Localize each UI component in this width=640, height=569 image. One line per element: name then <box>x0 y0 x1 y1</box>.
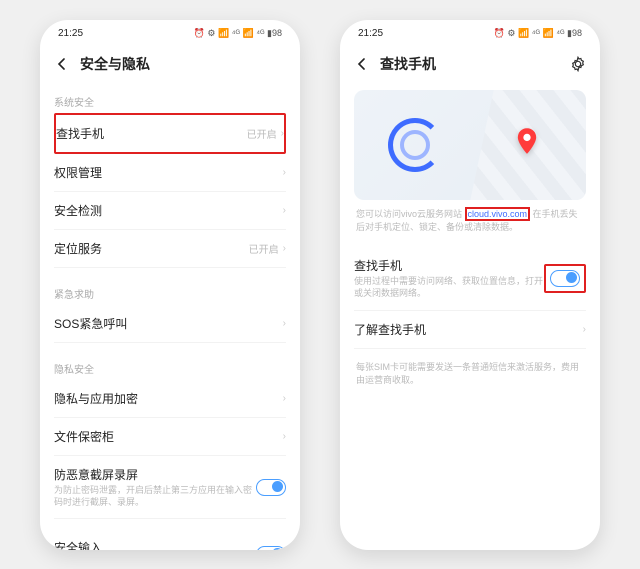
chevron-right-icon: › <box>283 243 286 254</box>
chevron-right-icon: › <box>283 318 286 329</box>
phone-screen-find: 21:25 ⏰ ⚙ 📶 ⁴ᴳ 📶 ⁴ᴳ ▮98 查找手机 您可以访问vivo云服… <box>340 20 600 550</box>
gear-icon[interactable] <box>570 56 586 72</box>
row-file-safe[interactable]: 文件保密柜 › <box>54 418 286 456</box>
row-learn-find[interactable]: 了解查找手机 › <box>354 311 586 349</box>
chevron-right-icon: › <box>283 393 286 404</box>
page-title: 安全与隐私 <box>80 54 150 74</box>
toggle-safe-input[interactable] <box>256 546 286 550</box>
toggle-anti-screenshot[interactable] <box>256 479 286 496</box>
section-label-sos: 紧急求助 <box>54 278 286 305</box>
row-value: 已开启 <box>247 126 277 141</box>
chevron-right-icon: › <box>283 431 286 442</box>
section-label-privacy: 隐私安全 <box>54 353 286 380</box>
header: 安全与隐私 <box>40 46 300 86</box>
content: 您可以访问vivo云服务网站 cloud.vivo.com 在手机丢失后对手机定… <box>340 86 600 550</box>
cloud-link[interactable]: cloud.vivo.com <box>465 207 531 221</box>
row-privacy-encrypt[interactable]: 隐私与应用加密 › <box>54 380 286 418</box>
status-time: 21:25 <box>58 28 83 39</box>
content: 系统安全 查找手机 已开启 › 权限管理 › 安全检测 › 定位服务 已开启 ›… <box>40 86 300 550</box>
hero-description: 您可以访问vivo云服务网站 cloud.vivo.com 在手机丢失后对手机定… <box>354 200 586 237</box>
row-location[interactable]: 定位服务 已开启 › <box>54 230 286 268</box>
row-anti-screenshot[interactable]: 防恶意截屏录屏 为防止密码泄露，开启后禁止第三方应用在输入密码时进行截屏、录屏。 <box>54 456 286 519</box>
chevron-right-icon: › <box>583 324 586 335</box>
row-security-check[interactable]: 安全检测 › <box>54 192 286 230</box>
phone-screen-security: 21:25 ⏰ ⚙ 📶 ⁴ᴳ 📶 ⁴ᴳ ▮98 安全与隐私 系统安全 查找手机 … <box>40 20 300 550</box>
back-icon[interactable] <box>54 56 70 72</box>
row-sos[interactable]: SOS紧急呼叫 › <box>54 305 286 343</box>
status-bar: 21:25 ⏰ ⚙ 📶 ⁴ᴳ 📶 ⁴ᴳ ▮98 <box>40 20 300 46</box>
row-title: 查找手机 <box>56 125 247 142</box>
back-icon[interactable] <box>354 56 370 72</box>
sim-footnote: 每张SIM卡可能需要发送一条普通短信来激活服务，费用由运营商收取。 <box>354 349 586 400</box>
row-permissions[interactable]: 权限管理 › <box>54 154 286 192</box>
chevron-right-icon: › <box>283 167 286 178</box>
status-icons: ⏰ ⚙ 📶 ⁴ᴳ 📶 ⁴ᴳ ▮98 <box>194 28 282 39</box>
status-time: 21:25 <box>358 28 383 39</box>
toggle-find-phone[interactable] <box>550 270 580 287</box>
row-safe-input[interactable]: 安全输入 输入密码时启用安全键盘。 <box>54 529 286 550</box>
row-find-phone[interactable]: 查找手机 已开启 › <box>54 113 286 154</box>
ring-inner-graphic <box>400 130 430 160</box>
status-icons: ⏰ ⚙ 📶 ⁴ᴳ 📶 ⁴ᴳ ▮98 <box>494 28 582 39</box>
chevron-right-icon: › <box>283 205 286 216</box>
location-pin-icon <box>516 128 538 150</box>
hero-illustration <box>354 90 586 200</box>
header: 查找手机 <box>340 46 600 86</box>
section-label-system: 系统安全 <box>54 86 286 113</box>
status-bar: 21:25 ⏰ ⚙ 📶 ⁴ᴳ 📶 ⁴ᴳ ▮98 <box>340 20 600 46</box>
row-find-phone-toggle: 查找手机 使用过程中需要访问网络、获取位置信息，打开或关闭数据网络。 <box>354 247 586 310</box>
chevron-right-icon: › <box>281 128 284 139</box>
toggle-highlight <box>544 264 586 293</box>
page-title: 查找手机 <box>380 54 436 74</box>
